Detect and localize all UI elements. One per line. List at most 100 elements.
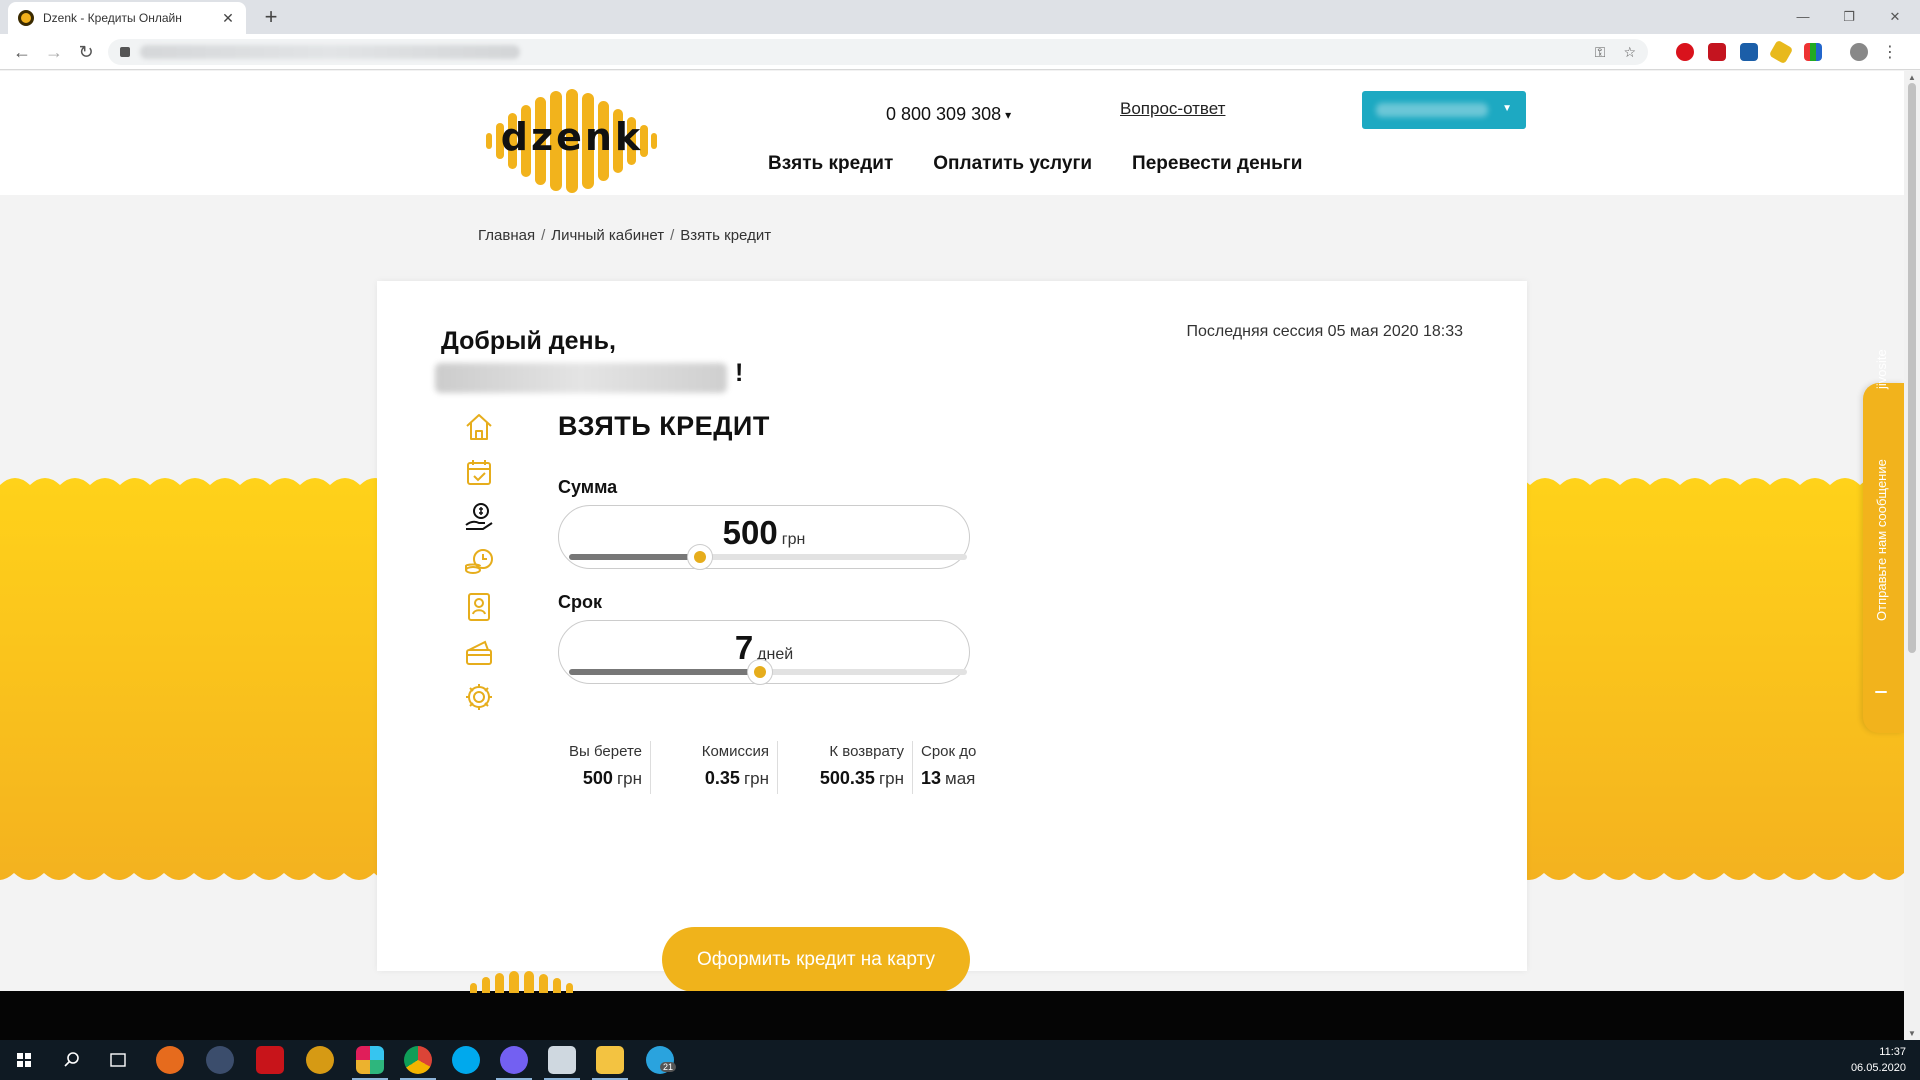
calendar-check-icon[interactable] [463,456,495,488]
acrobat-icon[interactable] [256,1046,284,1074]
chevron-down-icon: ▼ [1502,103,1512,114]
window-minimize-button[interactable]: — [1780,4,1826,30]
browser-menu-icon[interactable]: ⋮ [1882,42,1898,62]
firefox-icon[interactable] [156,1046,184,1074]
profile-card-icon[interactable] [463,591,495,623]
lock-icon [120,47,130,57]
breadcrumb-cabinet[interactable]: Личный кабинет [551,227,664,244]
vpn-lock-icon[interactable] [206,1046,234,1074]
summary-unit: грн [743,769,769,788]
breadcrumb: Главная / Личный кабинет / Взять кредит [478,227,771,244]
nav-pay-services[interactable]: Оплатить услуги [933,153,1092,175]
summary-unit: грн [878,769,904,788]
site-footer [0,971,1904,1040]
amount-track[interactable] [569,544,967,570]
nav-take-credit[interactable]: Взять кредит [768,153,893,175]
scrollbar-thumb[interactable] [1908,83,1916,653]
footer-logo-wave-icon [470,971,573,993]
phone-number[interactable]: 0 800 309 308 ▾ [886,104,1011,125]
system-clock[interactable]: 11:37 06.05.2020 [1851,1044,1906,1076]
wallet-card-icon[interactable] [463,636,495,668]
clock-date: 06.05.2020 [1850,1062,1906,1074]
tab-title: Dzenk - Кредиты Онлайн [43,11,182,25]
url-redacted [140,45,520,59]
browser-toolbar: ← → ↻ ⚿ ☆ ⋮ [0,34,1920,70]
breadcrumb-home[interactable]: Главная [478,227,535,244]
term-slider-handle[interactable] [747,659,774,685]
page-scrollbar[interactable]: ▲ ▼ [1904,71,1920,1040]
file-explorer-icon[interactable] [596,1046,624,1074]
brush-extension-icon[interactable] [1768,39,1794,65]
gear-icon[interactable] [463,681,495,713]
profile-avatar-icon[interactable] [1850,43,1868,61]
amount-slider-handle[interactable] [687,544,714,570]
tab-close-icon[interactable]: ✕ [220,10,236,27]
slack-icon[interactable] [356,1046,384,1074]
summary-you-take: Вы берете 500 грн [547,741,651,794]
key-icon[interactable]: ⚿ [1595,44,1606,61]
chrome-icon[interactable] [404,1046,432,1074]
scroll-up-icon[interactable]: ▲ [1907,73,1917,82]
id-extension-icon[interactable] [1740,43,1758,61]
apply-credit-button[interactable]: Оформить кредит на карту [662,927,970,992]
windows-start-icon[interactable] [10,1046,38,1074]
user-name-redacted [1376,103,1488,117]
summary-due-date: Срок до 13 мая [913,741,993,794]
opera-extension-icon[interactable] [1676,43,1694,61]
bookmark-star-icon[interactable]: ☆ [1623,44,1636,61]
cabinet-side-menu [463,411,495,713]
credit-summary: Вы берете 500 грн Комиссия 0.35 грн К возв… [547,741,993,794]
breadcrumb-current: Взять кредит [680,227,772,244]
summary-label: Комиссия [701,743,769,760]
term-slider[interactable]: 7 дней [558,620,970,685]
coins-clock-icon[interactable] [463,546,495,578]
summary-unit: мая [945,769,976,788]
window-restore-button[interactable]: ❐ [1826,4,1872,30]
summary-label: Срок до [921,743,977,760]
search-icon[interactable] [58,1046,86,1074]
colorful-extension-icon[interactable] [1804,43,1822,61]
task-view-icon[interactable] [104,1046,132,1074]
breadcrumb-separator: / [541,227,546,244]
amount-track-fill [569,554,701,560]
greeting-text: Добрый день, [441,327,616,355]
summary-unit: грн [616,769,642,788]
media-extension-icon[interactable] [1708,43,1726,61]
back-button[interactable]: ← [10,40,34,64]
faq-link[interactable]: Вопрос-ответ [1120,99,1225,119]
notepad-icon[interactable] [548,1046,576,1074]
amount-unit: грн [781,531,806,548]
term-track[interactable] [569,659,967,685]
forward-button[interactable]: → [42,40,66,64]
dzenk-logo[interactable]: dzenk [484,89,660,193]
jivo-message: Отправьте нам сообщение [1874,459,1889,621]
browser-tab-strip: Dzenk - Кредиты Онлайн ✕ + — ❐ ✕ [0,0,1920,34]
section-title: ВЗЯТЬ КРЕДИТ [558,411,770,441]
nav-transfer-money[interactable]: Перевести деньги [1132,153,1302,175]
summary-label: К возврату [829,743,904,760]
phone-text: 0 800 309 308 [886,104,1002,124]
last-session-info: Последняя сессия 05 мая 2020 18:33 [1186,323,1464,340]
hand-money-icon[interactable] [463,501,495,533]
window-close-button[interactable]: ✕ [1872,4,1918,30]
app-sun-icon[interactable] [306,1046,334,1074]
summary-value: 13 [921,768,942,788]
user-account-button[interactable]: ▼ [1362,91,1526,129]
new-tab-button[interactable]: + [258,4,284,30]
browser-tab[interactable]: Dzenk - Кредиты Онлайн ✕ [8,2,246,34]
skype-icon[interactable] [452,1046,480,1074]
scroll-down-icon[interactable]: ▼ [1907,1029,1917,1038]
summary-value: 500 [582,768,613,788]
chat-icon [1875,691,1888,693]
greeting-exclamation: ! [735,359,744,387]
summary-to-return: К возврату 500.35 грн [778,741,913,794]
address-bar[interactable]: ⚿ ☆ [108,39,1648,65]
home-icon[interactable] [463,411,495,443]
summary-label: Вы берете [569,743,642,760]
reload-button[interactable]: ↻ [74,40,98,64]
site-header: dzenk 0 800 309 308 ▾ Вопрос-ответ ▼ Взя… [0,71,1904,195]
site-favicon-icon [18,10,34,26]
amount-slider[interactable]: 500 грн [558,505,970,570]
viber-icon[interactable] [500,1046,528,1074]
jivosite-chat-widget[interactable]: Отправьте нам сообщение jivosite [1863,349,1904,733]
